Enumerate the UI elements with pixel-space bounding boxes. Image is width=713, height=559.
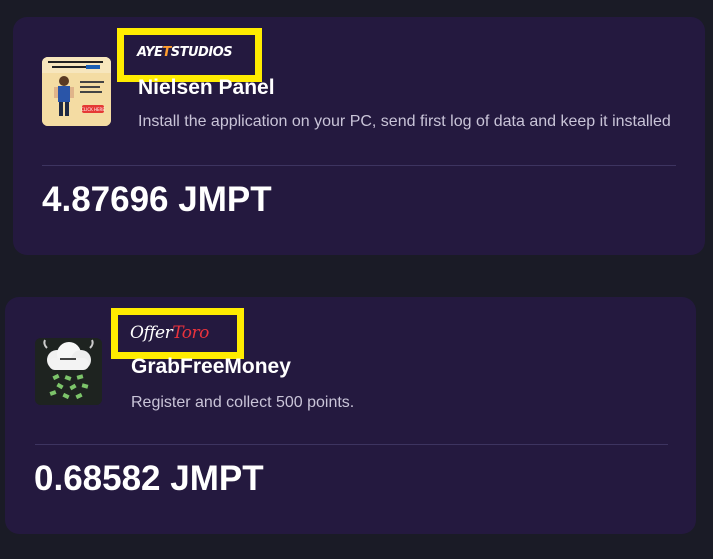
- offer-thumbnail: CLICK HERE: [42, 57, 111, 126]
- paypal-rewards-ad-thumbnail: CLICK HERE: [42, 57, 111, 126]
- divider: [35, 444, 668, 445]
- offertoro-logo: OfferToro: [130, 323, 209, 343]
- offer-reward-amount: 0.68582 JMPT: [34, 459, 264, 498]
- offer-title: GrabFreeMoney: [131, 355, 291, 378]
- divider: [42, 165, 676, 166]
- svg-text:CLICK HERE: CLICK HERE: [81, 107, 105, 112]
- money-cloud-icon: [35, 338, 102, 405]
- offer-description: Register and collect 500 points.: [131, 394, 355, 411]
- offer-description: Install the application on your PC, send…: [138, 113, 671, 130]
- offer-title: Nielsen Panel: [138, 76, 275, 99]
- provider-logo-highlight: AYETSTUDIOS: [117, 28, 262, 82]
- offer-card[interactable]: OfferToro GrabFreeMoney Register and col…: [5, 297, 696, 534]
- offer-card[interactable]: AYETSTUDIOS CLICK HERE Nielsen Panel Ins…: [13, 17, 705, 255]
- provider-logo-highlight: OfferToro: [111, 308, 244, 359]
- offer-reward-amount: 4.87696 JMPT: [42, 180, 272, 219]
- offer-thumbnail: [35, 338, 102, 405]
- ayet-studios-logo: AYETSTUDIOS: [137, 45, 233, 60]
